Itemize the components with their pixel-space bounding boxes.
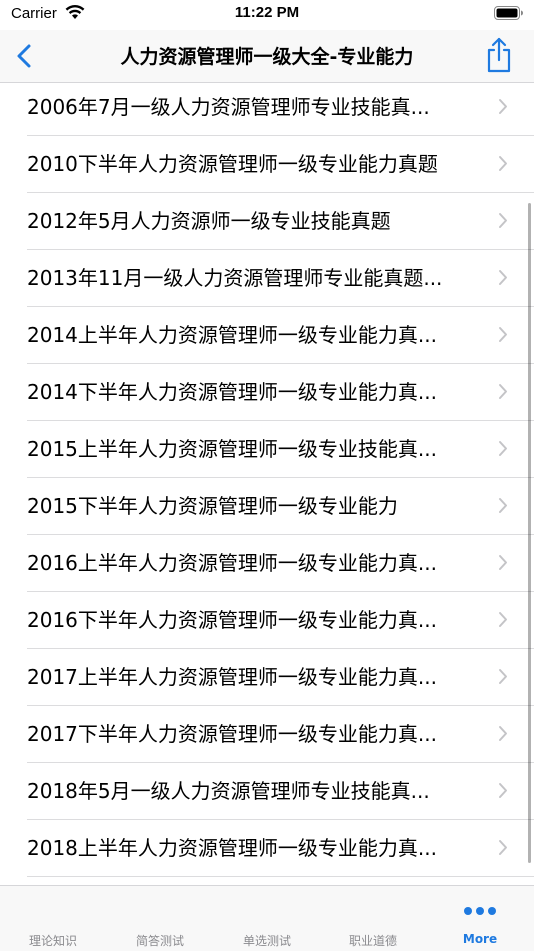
- share-icon: [487, 37, 511, 73]
- list-item-label: 2006年7月一级人力资源管理师专业技能真...: [27, 95, 430, 119]
- chevron-right-icon: [499, 270, 507, 285]
- list-item-label: 2018上半年人力资源管理师一级专业能力真...: [27, 836, 437, 860]
- chevron-right-icon: [499, 840, 507, 855]
- list-item[interactable]: 2014上半年人力资源管理师一级专业能力真...: [0, 307, 534, 364]
- list-item-label: 2015上半年人力资源管理师一级专业技能真...: [27, 437, 437, 461]
- row-separator: [27, 876, 534, 877]
- list-item[interactable]: 2016上半年人力资源管理师一级专业能力真...: [0, 535, 534, 592]
- battery-icon: [494, 6, 523, 20]
- list-item[interactable]: 2010下半年人力资源管理师一级专业能力真题: [0, 136, 534, 193]
- chevron-right-icon: [499, 498, 507, 513]
- tab-label: 简答测试: [135, 934, 184, 948]
- list-item-label: 2016上半年人力资源管理师一级专业能力真...: [27, 551, 437, 575]
- tab-label: 理论知识: [28, 934, 77, 948]
- list-item[interactable]: 2006年7月一级人力资源管理师专业技能真...: [0, 83, 534, 136]
- list-item[interactable]: 2015下半年人力资源管理师一级专业能力: [0, 478, 534, 535]
- status-bar: Carrier 11:22 PM: [0, 0, 534, 30]
- navigation-bar: 人力资源管理师一级大全-专业能力: [0, 30, 534, 83]
- tab-label: More: [462, 932, 498, 946]
- list-item[interactable]: 2015上半年人力资源管理师一级专业技能真...: [0, 421, 534, 478]
- question-set-list: 2006年7月一级人力资源管理师专业技能真... 2010下半年人力资源管理师一级…: [0, 83, 534, 885]
- list-item-label: 2015下半年人力资源管理师一级专业能力: [27, 494, 398, 518]
- tab-single-choice-test[interactable]: 单选测试: [214, 886, 320, 951]
- tab-short-answer-test[interactable]: 简答测试: [107, 886, 213, 951]
- page-title: 人力资源管理师一级大全-专业能力: [120, 46, 414, 68]
- chevron-right-icon: [499, 441, 507, 456]
- share-button[interactable]: [482, 36, 516, 74]
- chevron-right-icon: [499, 726, 507, 741]
- chevron-right-icon: [499, 327, 507, 342]
- chevron-left-icon: [17, 44, 31, 68]
- list-item-label: 2014下半年人力资源管理师一级专业能力真...: [27, 380, 437, 404]
- list-item-label: 2017上半年人力资源管理师一级专业能力真...: [27, 665, 437, 689]
- tab-label: 职业道德: [348, 934, 397, 948]
- tab-bar: 理论知识 简答测试 单选测试 职业道德 More: [0, 885, 534, 951]
- list-item[interactable]: 2017上半年人力资源管理师一级专业能力真...: [0, 649, 534, 706]
- list-item[interactable]: 2018年5月一级人力资源管理师专业技能真...: [0, 763, 534, 820]
- list-item-label: 2010下半年人力资源管理师一级专业能力真题: [27, 152, 438, 176]
- list-item[interactable]: 2018上半年人力资源管理师一级专业能力真...: [0, 820, 534, 877]
- list-item-label: 2016下半年人力资源管理师一级专业能力真...: [27, 608, 437, 632]
- chevron-right-icon: [499, 156, 507, 171]
- scroll-indicator[interactable]: [528, 203, 531, 863]
- list-item-label: 2017下半年人力资源管理师一级专业能力真...: [27, 722, 437, 746]
- list-item[interactable]: 2017下半年人力资源管理师一级专业能力真...: [0, 706, 534, 763]
- back-button[interactable]: [8, 39, 42, 73]
- list-item-label: 2014上半年人力资源管理师一级专业能力真...: [27, 323, 437, 347]
- list-item-label: 2018年5月一级人力资源管理师专业技能真...: [27, 779, 430, 803]
- chevron-right-icon: [499, 783, 507, 798]
- tab-professional-ethics[interactable]: 职业道德: [320, 886, 426, 951]
- tab-label: 单选测试: [242, 934, 291, 948]
- chevron-right-icon: [499, 669, 507, 684]
- tab-theory-knowledge[interactable]: 理论知识: [0, 886, 106, 951]
- list-item[interactable]: 2014下半年人力资源管理师一级专业能力真...: [0, 364, 534, 421]
- more-dots-icon: [464, 907, 496, 915]
- tab-more[interactable]: More: [427, 886, 533, 951]
- list-item[interactable]: 2012年5月人力资源师一级专业技能真题: [0, 193, 534, 250]
- list-item[interactable]: 2013年11月一级人力资源管理师专业能真题...: [0, 250, 534, 307]
- list-item-label: 2013年11月一级人力资源管理师专业能真题...: [27, 266, 443, 290]
- list-item[interactable]: 2016下半年人力资源管理师一级专业能力真...: [0, 592, 534, 649]
- clock: 11:22 PM: [234, 4, 300, 21]
- chevron-right-icon: [499, 213, 507, 228]
- list-item-label: 2012年5月人力资源师一级专业技能真题: [27, 209, 391, 233]
- chevron-right-icon: [499, 384, 507, 399]
- chevron-right-icon: [499, 555, 507, 570]
- chevron-right-icon: [499, 99, 507, 114]
- chevron-right-icon: [499, 612, 507, 627]
